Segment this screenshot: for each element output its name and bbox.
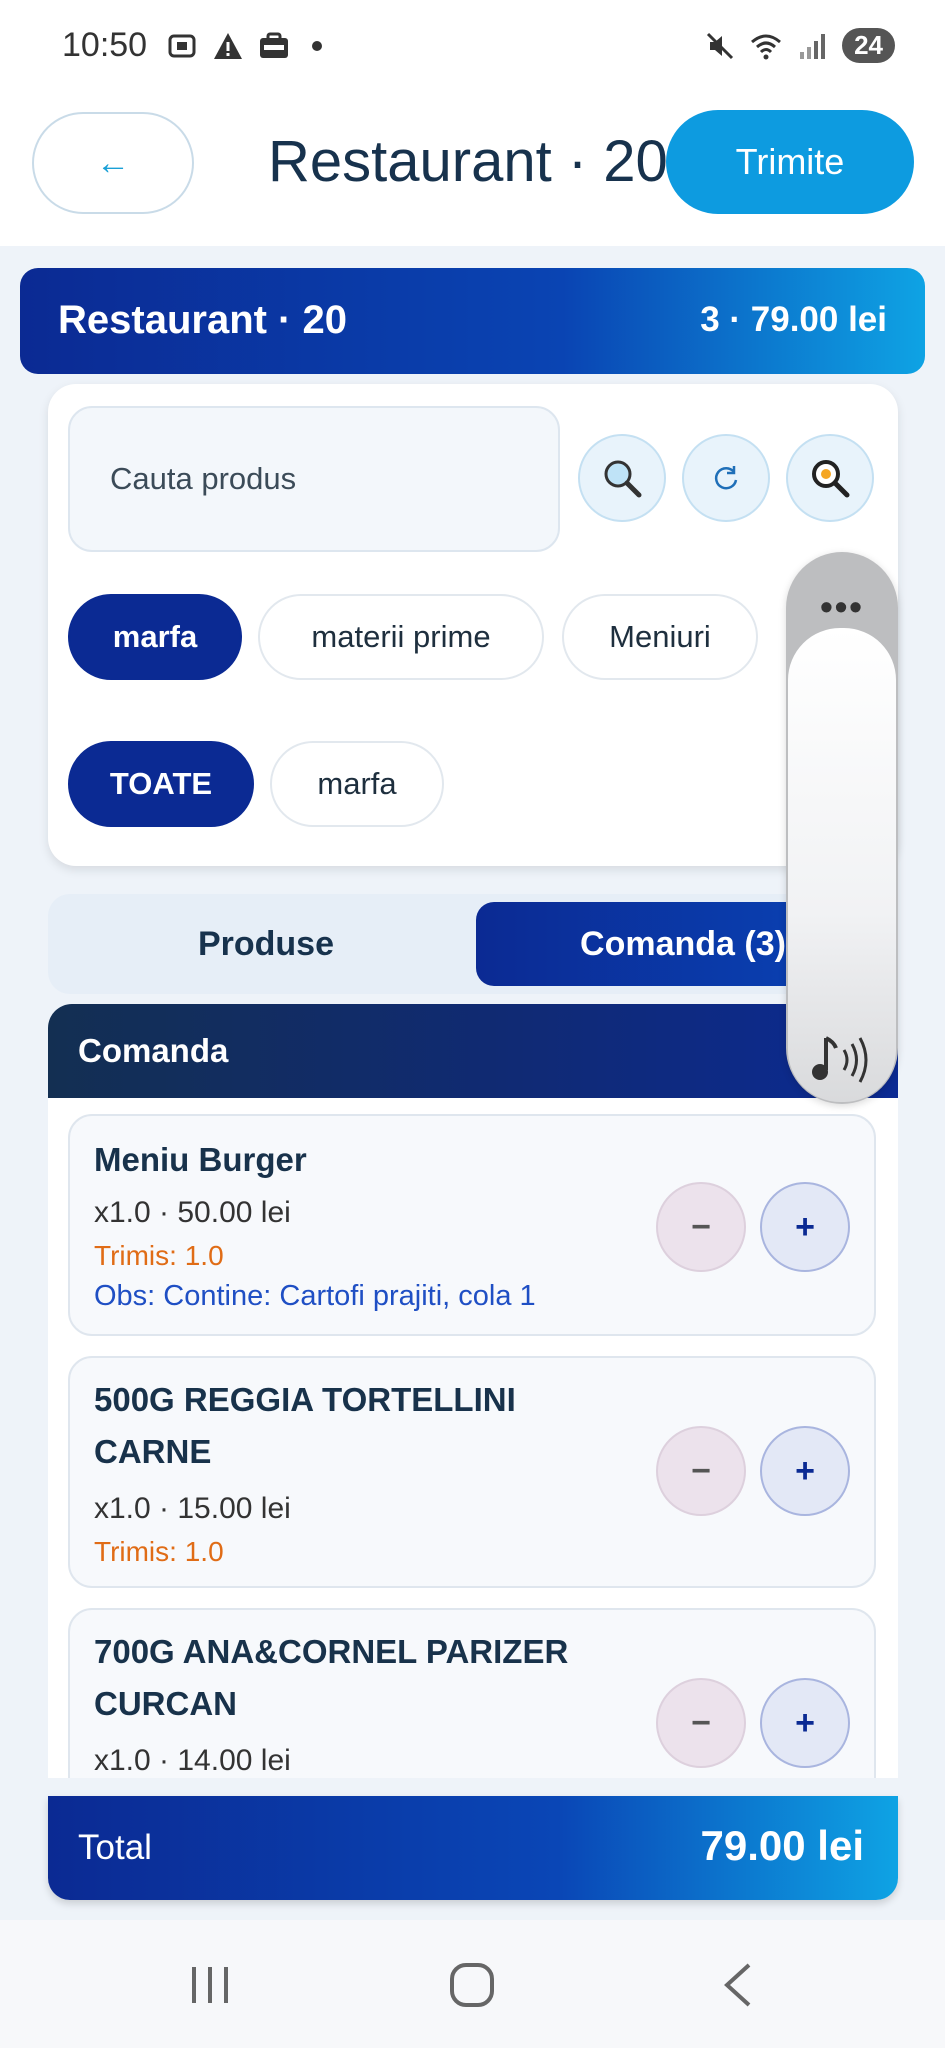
recent-apps-icon [192, 1967, 228, 2003]
mute-icon [707, 32, 734, 59]
dot-icon [312, 41, 322, 51]
order-header: Comanda [48, 1004, 898, 1098]
send-button[interactable]: Trimite [666, 110, 914, 214]
wifi-icon [751, 34, 782, 59]
system-nav-bar [0, 1920, 945, 2048]
item-name-line-2: CARNE [94, 1433, 212, 1470]
banner-title: Restaurant · 20 [58, 298, 347, 342]
item-qty-price: x1.0 · 14.00 lei [94, 1744, 291, 1777]
total-bar: Total 79.00 lei [48, 1796, 898, 1900]
screenshot-icon [168, 34, 196, 58]
more-menu-icon[interactable]: ••• [786, 586, 898, 628]
increase-button[interactable]: + [760, 1678, 850, 1768]
filter-card: Cauta produs marfa materii prime Meniuri… [48, 384, 898, 866]
item-name: Meniu Burger [94, 1141, 307, 1178]
subcategory-chip-toate[interactable]: TOATE [68, 741, 254, 827]
total-value: 79.00 lei [700, 1822, 864, 1869]
decrease-button[interactable]: − [656, 1182, 746, 1272]
search-input[interactable]: Cauta produs [68, 406, 560, 552]
page-title: Restaurant · 20 [268, 129, 668, 194]
back-button[interactable]: ← [32, 112, 194, 214]
item-sent: Trimis: 1.0 [94, 1536, 224, 1567]
category-chip-materii-prime[interactable]: materii prime [258, 594, 544, 680]
recent-apps-button[interactable] [184, 1960, 236, 2010]
item-name-line-1: 700G ANA&CORNEL PARIZER [94, 1633, 569, 1670]
search-button[interactable] [578, 434, 666, 522]
view-tabs: Produse Comanda (3) [48, 894, 898, 994]
scan-button[interactable] [786, 434, 874, 522]
order-item: 700G ANA&CORNEL PARIZER CURCAN x1.0 · 14… [68, 1608, 876, 1778]
search-icon [604, 460, 642, 498]
signal-icon [800, 33, 826, 59]
back-nav-button[interactable] [716, 1960, 760, 2010]
floating-side-panel[interactable]: ••• [786, 552, 898, 1104]
scan-icon [812, 460, 850, 498]
app-header: ← Restaurant · 20 Trimite [0, 96, 945, 246]
item-qty-price: x1.0 · 15.00 lei [94, 1492, 291, 1525]
increase-button[interactable]: + [760, 1426, 850, 1516]
banner-summary: 3 · 79.00 lei [700, 300, 887, 339]
order-title: Comanda [78, 1032, 229, 1069]
status-icons-right: 24 [704, 28, 895, 63]
decrease-button[interactable]: − [656, 1678, 746, 1768]
battery-icon: 24 [842, 28, 895, 63]
emag-icon [260, 32, 288, 58]
home-icon [450, 1963, 494, 2007]
decrease-button[interactable]: − [656, 1426, 746, 1516]
status-time: 10:50 [62, 26, 148, 64]
refresh-button[interactable] [682, 434, 770, 522]
sound-wave-icon[interactable] [804, 1030, 880, 1090]
order-item: 500G REGGIA TORTELLINI CARNE x1.0 · 15.0… [68, 1356, 876, 1588]
item-name-line-2: CURCAN [94, 1685, 237, 1722]
status-icons-left [166, 30, 322, 62]
subcategory-chip-marfa[interactable]: marfa [270, 741, 444, 827]
status-bar: 10:50 24 [0, 0, 945, 96]
increase-button[interactable]: + [760, 1182, 850, 1272]
total-label: Total [78, 1828, 152, 1867]
warning-icon [214, 33, 242, 59]
home-button[interactable] [446, 1960, 498, 2010]
order-item: Meniu Burger x1.0 · 50.00 lei Trimis: 1.… [68, 1114, 876, 1336]
order-list[interactable]: Meniu Burger x1.0 · 50.00 lei Trimis: 1.… [48, 1098, 898, 1778]
category-chip-marfa[interactable]: marfa [68, 594, 242, 680]
refresh-icon [714, 466, 738, 490]
item-observation: Obs: Contine: Cartofi prajiti, cola 1 [94, 1280, 536, 1312]
item-name-line-1: 500G REGGIA TORTELLINI [94, 1381, 516, 1418]
chevron-left-icon [724, 1963, 751, 2007]
tab-produse[interactable]: Produse [56, 902, 476, 986]
item-qty-price: x1.0 · 50.00 lei [94, 1196, 291, 1229]
table-banner: Restaurant · 20 3 · 79.00 lei [20, 268, 925, 374]
item-sent: Trimis: 1.0 [94, 1240, 224, 1271]
category-chip-meniuri[interactable]: Meniuri [562, 594, 758, 680]
